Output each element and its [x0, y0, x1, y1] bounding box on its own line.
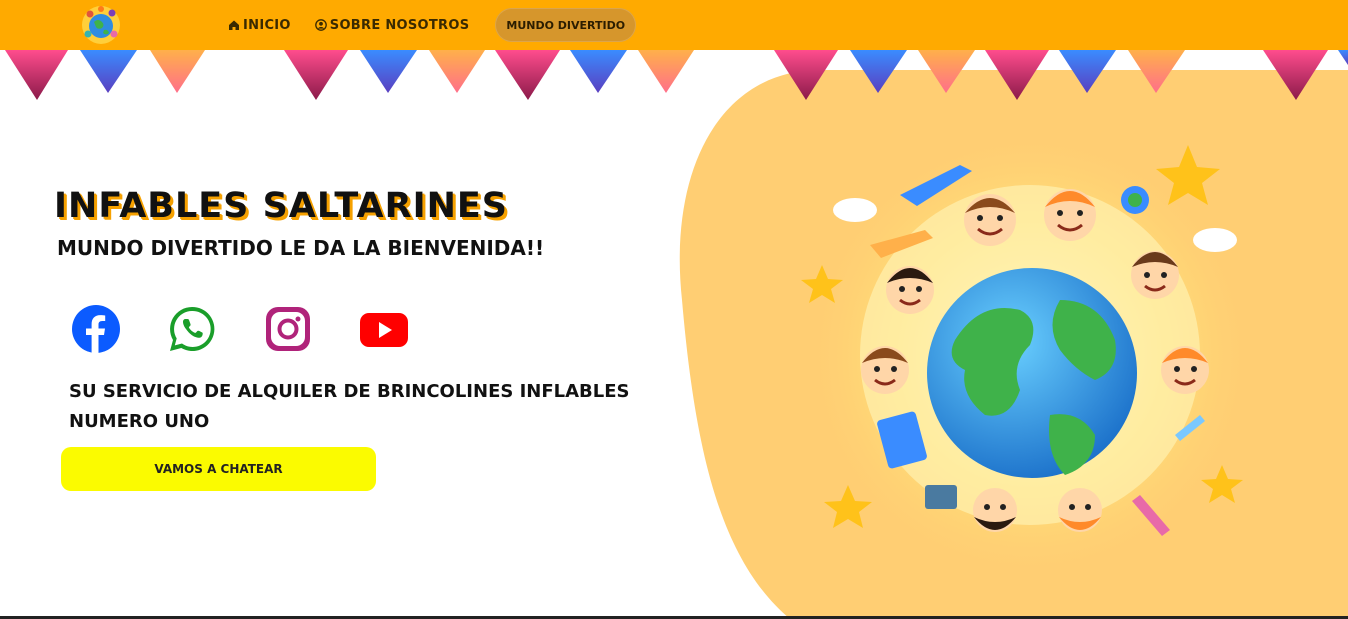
home-icon — [229, 20, 239, 30]
vamos-a-chatear-button[interactable]: VAMOS A CHATEAR — [61, 447, 376, 491]
nav-inicio-link[interactable]: INICIO — [228, 18, 291, 33]
kids-around-globe-illustration — [801, 130, 1255, 580]
whatsapp-icon[interactable] — [168, 305, 216, 353]
nav-sobre-nosotros-label: SOBRE NOSOTROS — [329, 17, 470, 33]
user-circle-icon — [314, 19, 327, 31]
facebook-icon[interactable] — [72, 305, 120, 353]
hero-tagline: SU SERVICIO DE ALQUILER DE BRINCOLINES I… — [69, 381, 630, 432]
mundo-divertido-button[interactable]: MUNDO DIVERTIDO — [495, 8, 637, 42]
main-nav: INICIO SOBRE NOSOTROS MUNDO DIVERTIDO — [228, 0, 637, 50]
hero-subtitle: MUNDO DIVERTIDO LE DA LA BIENVENIDA!! — [57, 236, 545, 260]
top-navbar: INICIO SOBRE NOSOTROS MUNDO DIVERTIDO — [0, 0, 1348, 50]
youtube-icon[interactable] — [360, 305, 408, 353]
instagram-icon[interactable] — [264, 305, 312, 353]
nav-inicio-label: INICIO — [243, 17, 291, 33]
globe-kids-logo-icon[interactable] — [80, 4, 122, 46]
hero-title: INFABLES SALTARINES — [54, 186, 509, 226]
party-bunting — [5, 50, 1348, 100]
nav-sobre-nosotros-link[interactable]: SOBRE NOSOTROS — [314, 17, 470, 33]
